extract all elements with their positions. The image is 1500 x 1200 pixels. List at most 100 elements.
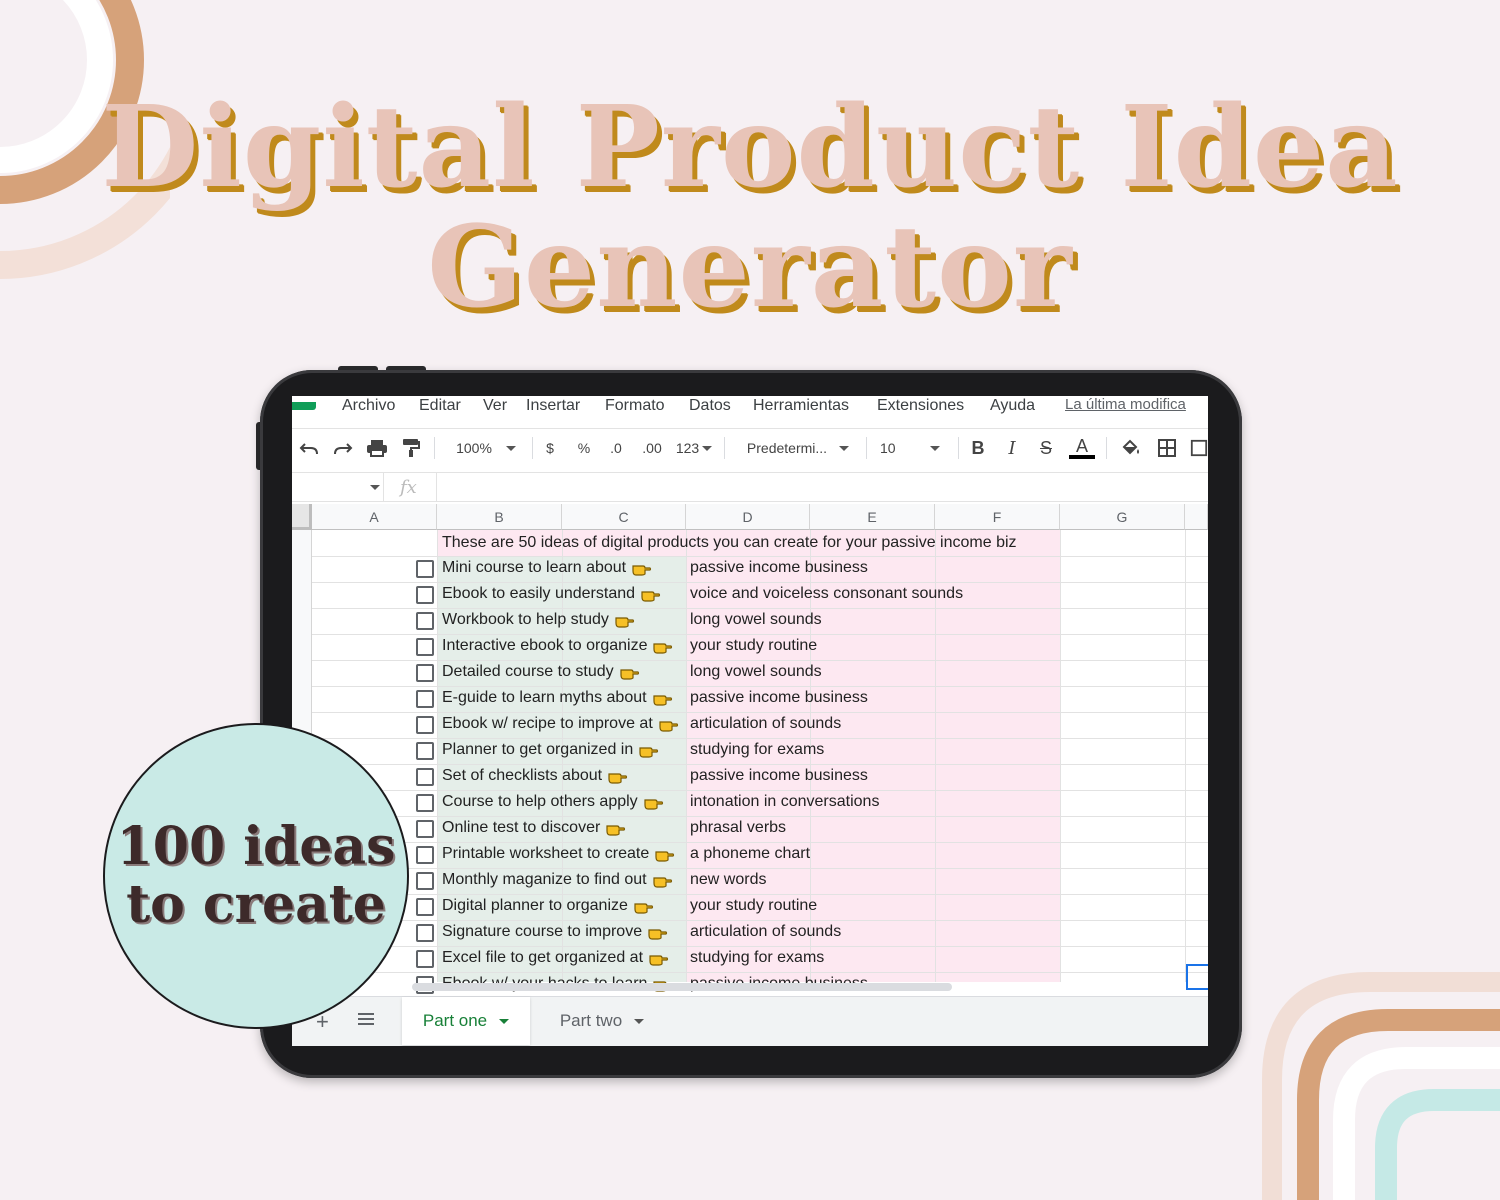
- page-title-line-1: Digital Product Idea: [101, 82, 1399, 213]
- redo-icon[interactable]: [330, 433, 356, 463]
- row-checkbox[interactable]: [416, 586, 434, 604]
- row-checkbox[interactable]: [416, 924, 434, 942]
- idea-label: Course to help others apply: [442, 793, 638, 810]
- menu-ayuda[interactable]: Ayuda: [990, 397, 1035, 415]
- decorative-arcs-bottom-right: [1262, 972, 1500, 1200]
- pointing-hand-icon: [653, 638, 673, 659]
- borders-icon[interactable]: [1154, 433, 1180, 463]
- table-row: Digital planner to organize your study ro…: [312, 894, 1208, 920]
- menu-insertar[interactable]: Insertar: [526, 397, 580, 415]
- select-all-corner[interactable]: [292, 504, 312, 530]
- sheets-logo-icon[interactable]: [292, 402, 316, 410]
- tab-part-one[interactable]: Part one: [402, 997, 530, 1045]
- idea-label: Detailed course to study: [442, 663, 614, 680]
- name-box[interactable]: [292, 473, 384, 501]
- row-checkbox[interactable]: [416, 716, 434, 734]
- table-row: Planner to get organized in studying for …: [312, 738, 1208, 764]
- column-header-h[interactable]: [1185, 504, 1208, 530]
- pointing-hand-icon: [639, 742, 659, 763]
- undo-icon[interactable]: [296, 433, 322, 463]
- more-formats-select[interactable]: 123: [672, 433, 716, 463]
- topic-text: studying for exams: [690, 949, 825, 966]
- menu-extensiones[interactable]: Extensiones: [877, 397, 964, 415]
- fx-icon: fx: [400, 477, 417, 498]
- selected-cell[interactable]: [1186, 964, 1208, 990]
- strikethrough-button[interactable]: S: [1034, 433, 1058, 463]
- table-row: E-guide to learn myths about passive inco…: [312, 686, 1208, 712]
- idea-text: Signature course to improve: [442, 923, 668, 945]
- zoom-select[interactable]: 100%: [448, 433, 524, 463]
- percent-format-button[interactable]: %: [574, 433, 594, 463]
- formula-input[interactable]: [436, 473, 1208, 501]
- idea-text: Monthly maganize to find out: [442, 871, 673, 893]
- horizontal-scrollbar[interactable]: [412, 983, 952, 991]
- idea-label: E-guide to learn myths about: [442, 689, 647, 706]
- table-row: Monthly maganize to find out new words: [312, 868, 1208, 894]
- zoom-value: 100%: [456, 440, 492, 456]
- print-icon[interactable]: [364, 433, 390, 463]
- all-sheets-icon[interactable]: [358, 1013, 374, 1027]
- topic-text: your study routine: [690, 637, 818, 654]
- idea-text: Ebook to easily understand: [442, 585, 661, 607]
- column-header-f[interactable]: F: [935, 504, 1060, 530]
- column-header-d[interactable]: D: [686, 504, 810, 530]
- toolbar: 100% $ % .0 .00 123 Predetermi... 10 B I…: [292, 428, 1208, 468]
- idea-label: Ebook to easily understand: [442, 585, 636, 602]
- menu-editar[interactable]: Editar: [419, 397, 461, 415]
- idea-text: Workbook to help study: [442, 611, 635, 633]
- row-checkbox[interactable]: [416, 794, 434, 812]
- table-row: Interactive ebook to organize your study …: [312, 634, 1208, 660]
- row-checkbox[interactable]: [416, 950, 434, 968]
- idea-label: Mini course to learn about: [442, 559, 627, 576]
- column-header-c[interactable]: C: [562, 504, 686, 530]
- decrease-decimals-button[interactable]: .0: [604, 433, 628, 463]
- column-header-b[interactable]: B: [437, 504, 562, 530]
- pointing-hand-icon: [634, 898, 654, 919]
- currency-format-button[interactable]: $: [540, 433, 560, 463]
- italic-button[interactable]: I: [1000, 433, 1024, 463]
- badge-line-2: to create: [126, 874, 386, 935]
- menu-bar: Archivo Editar Ver Insertar Formato Dato…: [292, 396, 1208, 422]
- fill-color-icon[interactable]: [1118, 433, 1144, 463]
- pointing-hand-icon: [606, 820, 626, 841]
- row-checkbox[interactable]: [416, 846, 434, 864]
- text-color-button[interactable]: A: [1068, 433, 1096, 463]
- font-family-select[interactable]: Predetermi...: [740, 433, 856, 463]
- row-checkbox[interactable]: [416, 560, 434, 578]
- column-header-a[interactable]: A: [312, 504, 437, 530]
- row-checkbox[interactable]: [416, 638, 434, 656]
- row-checkbox[interactable]: [416, 898, 434, 916]
- row-checkbox[interactable]: [416, 872, 434, 890]
- topic-text: studying for exams: [690, 741, 825, 758]
- menu-datos[interactable]: Datos: [689, 397, 731, 415]
- paint-format-icon[interactable]: [398, 433, 424, 463]
- table-row: Mini course to learn about passive income…: [312, 556, 1208, 582]
- row-checkbox[interactable]: [416, 612, 434, 630]
- menu-ver[interactable]: Ver: [483, 397, 507, 415]
- idea-label: Signature course to improve: [442, 923, 643, 940]
- menu-formato[interactable]: Formato: [605, 397, 665, 415]
- row-checkbox[interactable]: [416, 690, 434, 708]
- topic-text: your study routine: [690, 897, 818, 914]
- last-edit-link[interactable]: La última modifica: [1065, 396, 1186, 413]
- menu-archivo[interactable]: Archivo: [342, 397, 395, 415]
- row-checkbox[interactable]: [416, 742, 434, 760]
- cells-area: These are 50 ideas of digital products y…: [312, 530, 1208, 994]
- more-formats-label: 123: [675, 440, 700, 456]
- merge-cells-icon[interactable]: [1190, 433, 1208, 463]
- column-header-e[interactable]: E: [810, 504, 935, 530]
- bold-button[interactable]: B: [966, 433, 990, 463]
- font-size-select[interactable]: 10: [880, 433, 952, 463]
- increase-decimals-button[interactable]: .00: [638, 433, 666, 463]
- row-checkbox[interactable]: [416, 664, 434, 682]
- column-header-g[interactable]: G: [1060, 504, 1185, 530]
- idea-label: Printable worksheet to create: [442, 845, 650, 862]
- idea-label: Ebook w/ recipe to improve at: [442, 715, 653, 732]
- idea-label: Digital planner to organize: [442, 897, 628, 914]
- menu-herramientas[interactable]: Herramientas: [753, 397, 849, 415]
- row-checkbox[interactable]: [416, 820, 434, 838]
- tab-part-two[interactable]: Part two: [538, 997, 666, 1045]
- font-family-value: Predetermi...: [746, 440, 828, 456]
- table-row: Excel file to get organized at studying f…: [312, 946, 1208, 972]
- row-checkbox[interactable]: [416, 768, 434, 786]
